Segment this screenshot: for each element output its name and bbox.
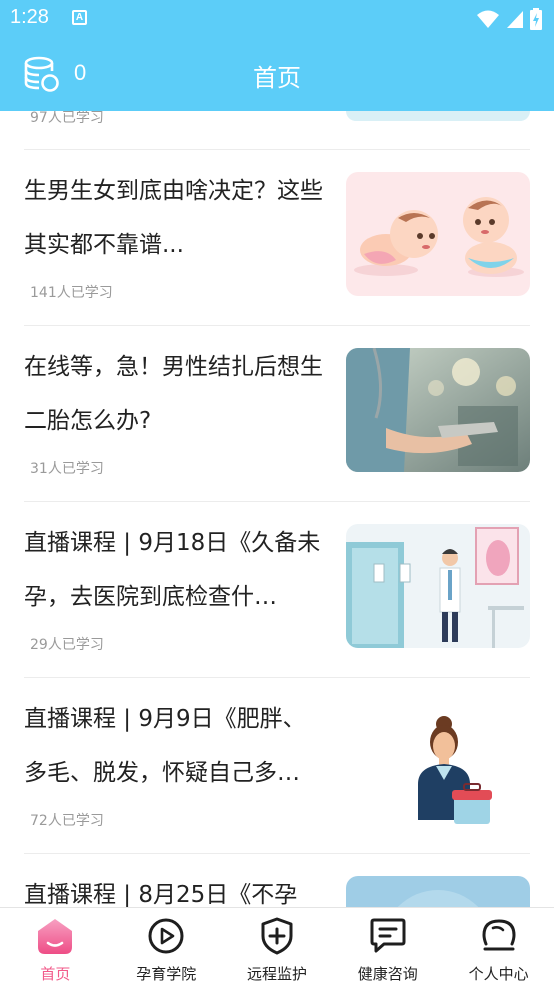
battery-icon <box>530 8 542 30</box>
article-thumbnail <box>346 524 530 648</box>
learner-count: 72人已学习 <box>30 813 104 829</box>
article-thumbnail <box>346 700 530 824</box>
bottom-tab-bar: 首页 孕育学院 远程监护 健康咨询 个人中心 <box>0 907 554 985</box>
status-time: 1:28 <box>10 6 49 28</box>
tab-academy[interactable]: 孕育学院 <box>111 908 222 985</box>
article-title: 生男生女到底由啥决定？这些其实都不靠谱... <box>24 178 323 258</box>
article-thumbnail <box>346 348 530 472</box>
tab-label: 首页 <box>40 965 71 983</box>
home-icon <box>38 919 73 954</box>
doctor-tablet-photo <box>346 348 530 472</box>
article-title: 直播课程 | 8月25日《不孕 <box>24 882 298 907</box>
babies-illustration <box>346 172 530 296</box>
status-bar: 1:28 A <box>0 0 554 36</box>
article-thumbnail <box>346 876 530 907</box>
play-circle-icon <box>148 918 184 954</box>
article-title: 直播课程 | 9月18日《久备未孕，去医院到底检查什… <box>24 530 321 610</box>
app-screen: 1:28 A 0 首页 97人已学习 生男生女到底由啥决定？这些其实都不靠谱..… <box>0 0 554 985</box>
signal-icon <box>507 11 523 28</box>
tab-remote-monitoring[interactable]: 远程监护 <box>222 908 333 985</box>
article-thumbnail <box>346 111 530 121</box>
tab-label: 健康咨询 <box>357 965 418 983</box>
list-item[interactable]: 生男生女到底由啥决定？这些其实都不靠谱... 141人已学习 <box>0 150 554 326</box>
tab-health-consult[interactable]: 健康咨询 <box>332 908 443 985</box>
app-header: 1:28 A 0 首页 <box>0 0 554 111</box>
wifi-icon <box>477 10 499 28</box>
shield-plus-icon <box>261 917 293 955</box>
nav-bar: 0 首页 <box>0 36 554 111</box>
article-thumbnail <box>346 172 530 296</box>
tab-label: 远程监护 <box>246 965 307 983</box>
learner-count: 97人已学习 <box>30 111 104 126</box>
list-item[interactable]: 直播课程 | 8月25日《不孕 <box>0 854 554 907</box>
learner-count: 141人已学习 <box>30 285 113 301</box>
article-title: 直播课程 | 9月9日《肥胖、多毛、脱发，怀疑自己多… <box>24 706 306 786</box>
chat-bubble-icon <box>370 918 406 953</box>
page-title: 首页 <box>253 64 301 92</box>
list-item[interactable]: 97人已学习 <box>0 111 554 149</box>
blue-circle-illustration <box>346 876 530 907</box>
article-title: 在线等，急！男性结扎后想生二胎怎么办? <box>24 354 323 434</box>
nurse-illustration <box>346 700 530 824</box>
learner-count: 31人已学习 <box>30 461 104 477</box>
tab-label: 孕育学院 <box>136 965 197 983</box>
notification-a-icon: A <box>72 10 87 25</box>
tab-home[interactable]: 首页 <box>0 908 111 985</box>
article-list[interactable]: 97人已学习 生男生女到底由啥决定？这些其实都不靠谱... 141人已学习 在线… <box>0 111 554 907</box>
learner-count: 29人已学习 <box>30 637 104 653</box>
tab-profile[interactable]: 个人中心 <box>443 908 554 985</box>
list-item[interactable]: 在线等，急！男性结扎后想生二胎怎么办? 31人已学习 <box>0 326 554 502</box>
list-item[interactable]: 直播课程 | 9月9日《肥胖、多毛、脱发，怀疑自己多… 72人已学习 <box>0 678 554 854</box>
tab-label: 个人中心 <box>468 965 529 983</box>
status-icons <box>476 8 542 30</box>
profile-circle-icon <box>482 919 516 951</box>
clinic-doctor-illustration <box>346 524 530 648</box>
list-item[interactable]: 直播课程 | 9月18日《久备未孕，去医院到底检查什… 29人已学习 <box>0 502 554 678</box>
